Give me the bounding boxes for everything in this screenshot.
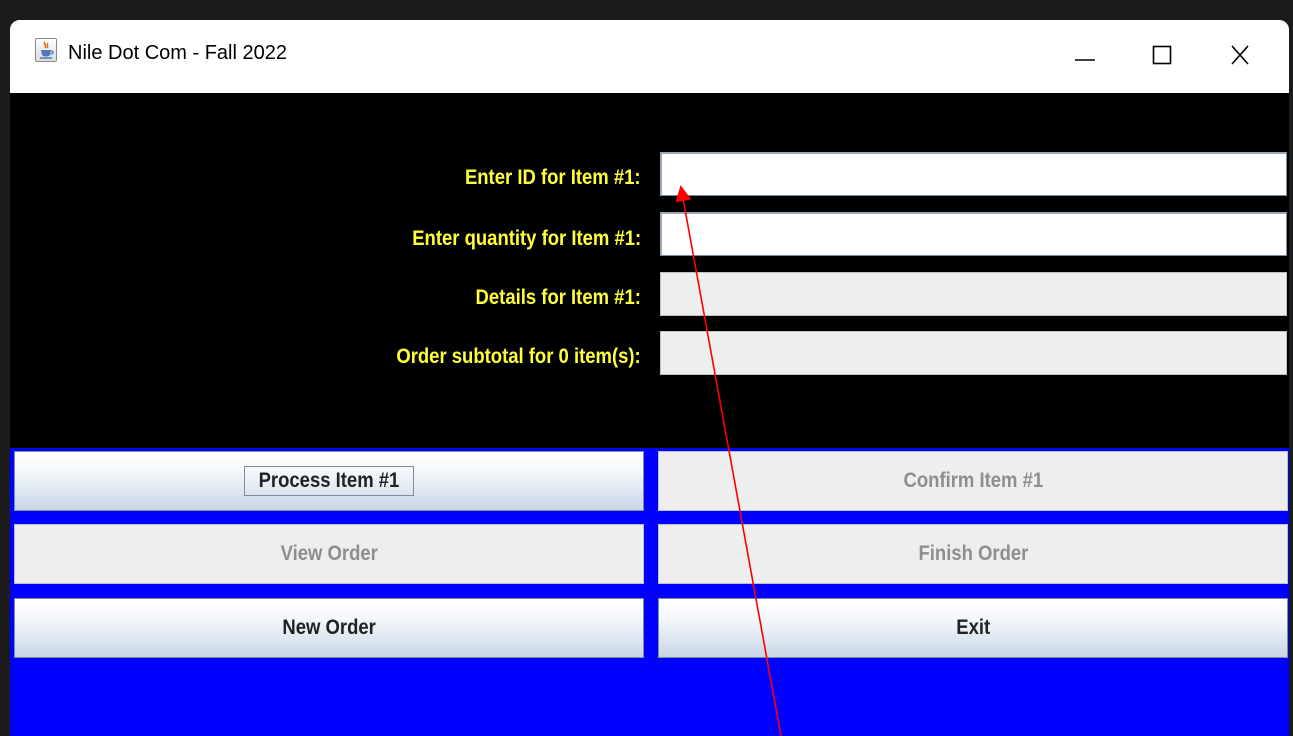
focus-indicator: Process Item #1: [244, 466, 414, 496]
maximize-button[interactable]: [1142, 40, 1182, 70]
confirm-item-button[interactable]: Confirm Item #1: [658, 451, 1288, 511]
exit-label: Exit: [956, 616, 990, 639]
quantity-label: Enter quantity for Item #1:: [412, 227, 641, 250]
exit-button[interactable]: Exit: [658, 598, 1288, 658]
item-id-label: Enter ID for Item #1:: [465, 166, 641, 189]
title-bar[interactable]: Nile Dot Com - Fall 2022: [10, 20, 1289, 93]
minimize-icon: [1075, 59, 1095, 61]
process-item-label: Process Item #1: [258, 469, 400, 492]
maximize-icon: [1152, 45, 1172, 65]
app-window: Nile Dot Com - Fall 2022 Enter ID for It…: [10, 20, 1289, 736]
quantity-input[interactable]: [660, 212, 1287, 256]
view-order-label: View Order: [280, 542, 378, 565]
close-button[interactable]: [1220, 40, 1260, 70]
finish-order-label: Finish Order: [918, 542, 1028, 565]
new-order-button[interactable]: New Order: [14, 598, 644, 658]
details-field: [660, 272, 1287, 316]
details-label: Details for Item #1:: [475, 286, 641, 309]
screenshot-stage: Nile Dot Com - Fall 2022 Enter ID for It…: [0, 0, 1293, 736]
close-icon: [1231, 45, 1249, 65]
item-id-input[interactable]: [660, 152, 1287, 196]
window-title: Nile Dot Com - Fall 2022: [68, 42, 287, 64]
subtotal-label: Order subtotal for 0 item(s):: [396, 345, 641, 368]
view-order-button[interactable]: View Order: [14, 524, 644, 584]
order-content-panel: Enter ID for Item #1: Enter quantity for…: [10, 93, 1289, 736]
minimize-button[interactable]: [1065, 40, 1105, 70]
subtotal-field: [660, 331, 1287, 375]
new-order-label: New Order: [282, 616, 376, 639]
finish-order-button[interactable]: Finish Order: [658, 524, 1288, 584]
confirm-item-label: Confirm Item #1: [903, 469, 1043, 492]
process-item-button[interactable]: Process Item #1: [14, 451, 644, 511]
java-coffee-cup-icon: [35, 38, 57, 62]
